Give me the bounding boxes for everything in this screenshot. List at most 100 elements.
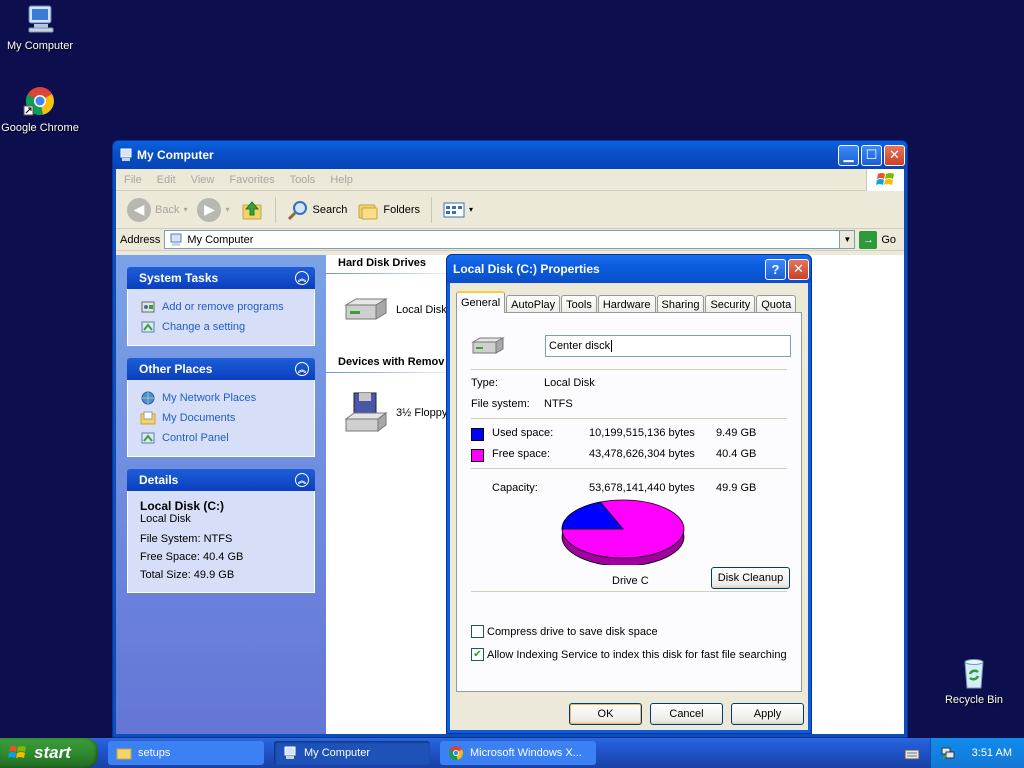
search-icon: [287, 200, 307, 220]
desktop-icon-google-chrome[interactable]: Google Chrome: [0, 84, 80, 134]
help-button[interactable]: ?: [765, 258, 786, 280]
tab-sharing[interactable]: Sharing: [656, 295, 705, 313]
dialog-titlebar[interactable]: Local Disk (C:) Properties ? ✕: [447, 255, 811, 283]
tab-strip: General AutoPlay Tools Hardware Sharing …: [456, 291, 797, 313]
toolbar: ◀ Back ▾ ▶ ▾ Search Folders ▾: [116, 191, 904, 229]
details-type: Local Disk: [140, 513, 191, 525]
disk-cleanup-button[interactable]: Disk Cleanup: [711, 567, 790, 589]
drive-label-input[interactable]: Center disck: [545, 335, 791, 357]
system-tasks-panel: System Tasks ︽ Add or remove programs Ch…: [127, 267, 315, 346]
back-dropdown-icon: ▾: [183, 205, 188, 214]
dialog-title: Local Disk (C:) Properties: [453, 262, 600, 276]
network-places-icon: [141, 391, 155, 405]
search-button[interactable]: Search: [284, 197, 351, 223]
taskbar-item-setups[interactable]: setups: [108, 741, 264, 765]
my-network-places-link[interactable]: My Network Places: [140, 388, 302, 408]
my-computer-icon: [120, 148, 132, 161]
toolbar-separator: [274, 196, 276, 223]
clock[interactable]: 3:51 AM: [972, 747, 1012, 759]
chrome-icon: [449, 746, 463, 760]
back-label: Back: [155, 203, 180, 216]
change-setting-link[interactable]: Change a setting: [140, 317, 302, 337]
indexing-checkbox[interactable]: ✔: [471, 648, 484, 661]
tab-autoplay[interactable]: AutoPlay: [506, 295, 561, 313]
capacity-bytes: 53,678,141,440 bytes: [589, 482, 695, 494]
dialog-close-button[interactable]: ✕: [788, 258, 809, 280]
window-titlebar[interactable]: My Computer ▁ ☐ ✕: [113, 141, 907, 169]
capacity-gb: 49.9 GB: [716, 482, 757, 494]
drive-label: Local Disk (: [396, 304, 454, 316]
tab-general[interactable]: General: [456, 291, 506, 313]
divider: [471, 418, 787, 419]
desktop-icon-recycle-bin[interactable]: Recycle Bin: [934, 656, 1014, 706]
menu-tools[interactable]: Tools: [290, 174, 316, 186]
desktop-icon-label: My Computer: [6, 40, 74, 52]
close-button[interactable]: ✕: [884, 144, 905, 166]
group-header-hard-disks: Hard Disk Drives: [338, 257, 427, 269]
menu-edit[interactable]: Edit: [157, 174, 176, 186]
menu-favorites[interactable]: Favorites: [229, 174, 274, 186]
floppy-drive-item[interactable]: 3½ Floppy: [342, 391, 447, 435]
cancel-button[interactable]: Cancel: [650, 703, 723, 725]
minimize-button[interactable]: ▁: [838, 144, 859, 166]
group-header-removable: Devices with Remov: [338, 356, 445, 368]
folders-button[interactable]: Folders: [354, 197, 423, 223]
windows-logo-icon: [8, 746, 26, 758]
folders-label: Folders: [383, 203, 421, 216]
used-space-bytes: 10,199,515,136 bytes: [589, 427, 695, 439]
other-places-header[interactable]: Other Places ︽: [127, 358, 315, 380]
taskbar-item-chrome[interactable]: Microsoft Windows X...: [440, 741, 596, 765]
collapse-chevron-icon[interactable]: ︽: [295, 473, 309, 487]
drive-label-value: Center disck: [549, 340, 611, 352]
used-space-label: Used space:: [492, 427, 554, 439]
local-disk-c-item[interactable]: Local Disk (: [342, 295, 453, 325]
tab-quota[interactable]: Quota: [756, 295, 797, 313]
free-space-swatch: [471, 449, 484, 462]
taskbar-item-my-computer[interactable]: My Computer: [274, 741, 430, 765]
back-button[interactable]: ◀ Back ▾: [124, 196, 190, 224]
link-label: Add or remove programs: [162, 301, 284, 313]
details-name: Local Disk (C:): [140, 499, 225, 513]
menu-file[interactable]: File: [124, 174, 142, 186]
start-button[interactable]: start: [0, 738, 98, 768]
apply-button[interactable]: Apply: [731, 703, 804, 725]
go-button[interactable]: → Go: [855, 230, 904, 249]
control-panel-link[interactable]: Control Panel: [140, 428, 302, 448]
divider: [471, 591, 787, 592]
tab-security[interactable]: Security: [705, 295, 756, 313]
group-divider: [326, 372, 466, 373]
collapse-chevron-icon[interactable]: ︽: [295, 362, 309, 376]
desktop-icon-my-computer[interactable]: My Computer: [0, 2, 80, 52]
indexing-option[interactable]: ✔ Allow Indexing Service to index this d…: [471, 648, 787, 661]
desktop-icon-label: Recycle Bin: [944, 694, 1004, 706]
used-space-swatch: [471, 428, 484, 441]
tab-tools[interactable]: Tools: [561, 295, 597, 313]
system-tasks-body: Add or remove programs Change a setting: [127, 289, 315, 346]
link-label: Change a setting: [162, 321, 246, 333]
up-button[interactable]: [237, 196, 267, 224]
menu-help[interactable]: Help: [330, 174, 353, 186]
window-title: My Computer: [137, 148, 214, 162]
free-space-gb: 40.4 GB: [716, 448, 757, 460]
system-tasks-header[interactable]: System Tasks ︽: [127, 267, 315, 289]
address-input[interactable]: My Computer: [164, 230, 841, 249]
menu-bar: File Edit View Favorites Tools Help: [116, 168, 904, 191]
network-tray-icon[interactable]: [940, 745, 956, 761]
compress-option[interactable]: Compress drive to save disk space: [471, 625, 658, 638]
collapse-chevron-icon[interactable]: ︽: [295, 271, 309, 285]
views-dropdown-icon: ▾: [469, 205, 474, 214]
address-dropdown-button[interactable]: ▼: [839, 230, 856, 249]
maximize-button[interactable]: ☐: [861, 144, 882, 166]
add-remove-programs-link[interactable]: Add or remove programs: [140, 297, 302, 317]
details-header[interactable]: Details ︽: [127, 469, 315, 491]
menu-view[interactable]: View: [191, 174, 215, 186]
forward-button[interactable]: ▶ ▾: [194, 196, 232, 224]
file-system-label: File system:: [471, 398, 530, 410]
my-documents-link[interactable]: My Documents: [140, 408, 302, 428]
taskbar: start setups My Computer Microsoft Windo…: [0, 738, 1024, 768]
ok-button[interactable]: OK: [569, 703, 642, 725]
keyboard-icon[interactable]: [904, 747, 920, 761]
views-button[interactable]: ▾: [440, 199, 476, 221]
tab-hardware[interactable]: Hardware: [597, 295, 656, 313]
compress-checkbox[interactable]: [471, 625, 484, 638]
